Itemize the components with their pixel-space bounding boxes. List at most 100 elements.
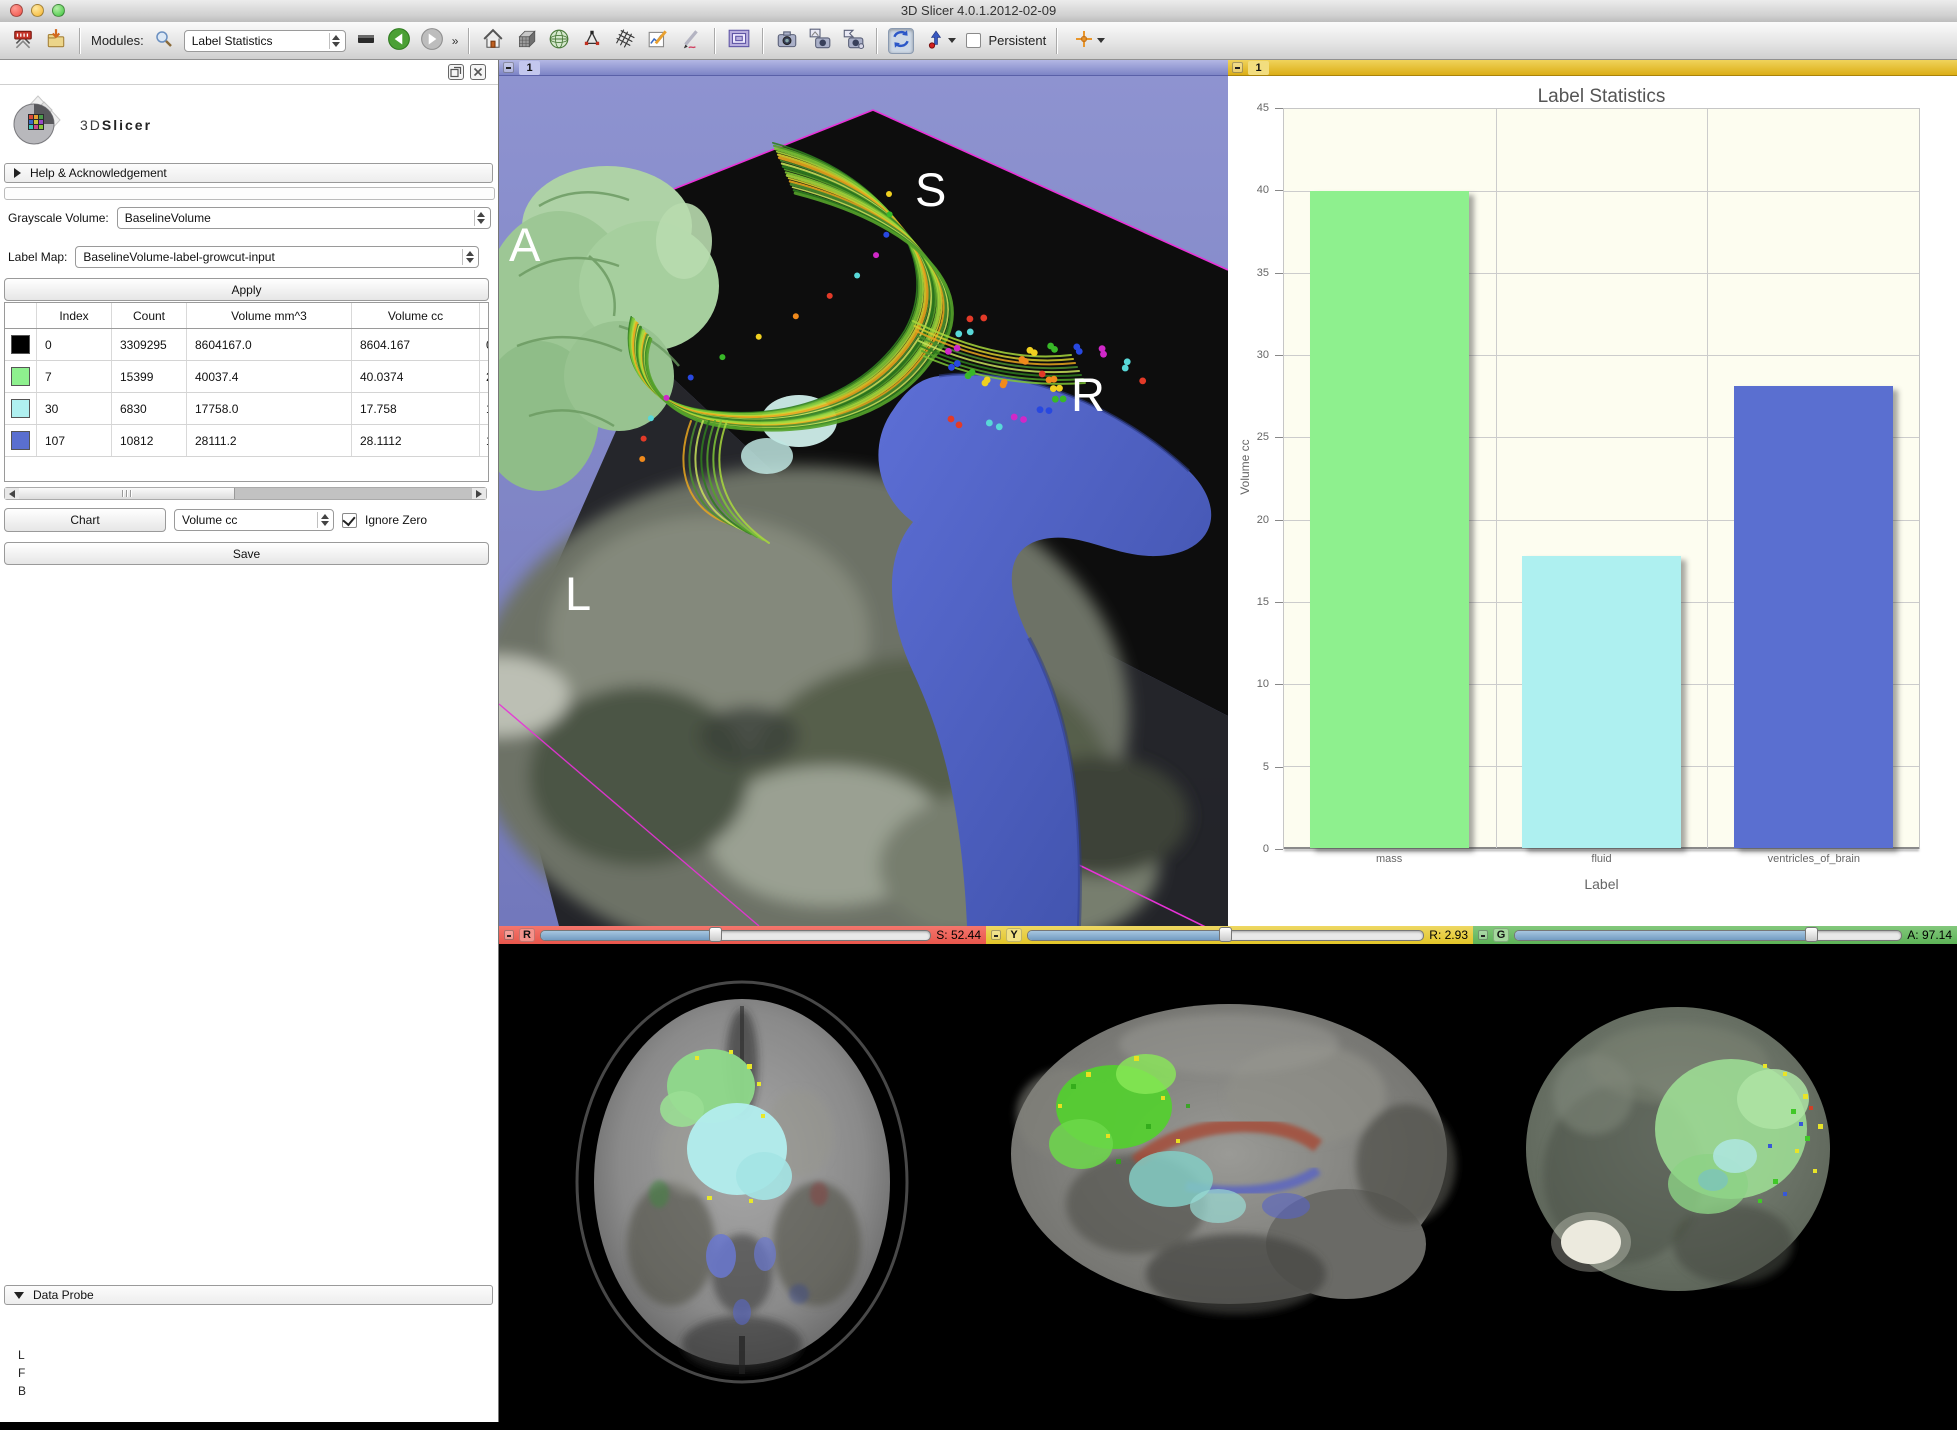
volume-mm3-column-header[interactable]: Volume mm^3 <box>187 303 352 328</box>
y-tick-mark <box>1275 190 1283 191</box>
cell-volume-cc: 17.758 <box>352 393 480 424</box>
y-tick-label: 20 <box>1257 514 1269 526</box>
module-back-button[interactable] <box>386 28 412 54</box>
grayscale-volume-selector[interactable]: BaselineVolume <box>117 207 491 229</box>
toolbar-overflow-chevron[interactable]: » <box>452 34 459 48</box>
red-slice-slider[interactable] <box>540 930 931 941</box>
label-statistics-table[interactable]: Index Count Volume mm^3 Volume cc 033092… <box>4 302 489 482</box>
modules-sphere-icon <box>548 28 570 53</box>
close-panel-button[interactable] <box>470 64 486 80</box>
module-hierarchy-button[interactable] <box>579 28 605 54</box>
coronal-slice-viewport[interactable] <box>1473 944 1957 1430</box>
minimize-view-button[interactable] <box>1478 930 1488 940</box>
yellow-slice-panel: Y R: 2.93 <box>986 926 1473 1430</box>
transforms-button[interactable] <box>612 28 638 54</box>
extension-manager-button[interactable] <box>546 28 572 54</box>
place-fiducial-button[interactable] <box>921 28 959 54</box>
help-acknowledgement-section[interactable]: Help & Acknowledgement <box>4 163 493 183</box>
scroll-right-button[interactable] <box>472 488 486 499</box>
extensions-button[interactable] <box>513 28 539 54</box>
orientation-letter-anterior: A <box>509 218 541 271</box>
data-probe-section[interactable]: Data Probe <box>4 1285 493 1305</box>
table-row[interactable]: 1071081228111.228.11121 <box>5 425 488 457</box>
chart-metric-selector[interactable]: Volume cc <box>174 509 334 531</box>
chart-metric-value: Volume cc <box>182 513 237 527</box>
minimize-view-button[interactable] <box>503 62 514 73</box>
undock-panel-button[interactable] <box>448 64 464 80</box>
green-slice-label[interactable]: G <box>1493 928 1509 942</box>
module-forward-button[interactable] <box>419 28 445 54</box>
cell-volume-mm3: 17758.0 <box>187 393 352 424</box>
modules-selector[interactable]: Label Statistics <box>184 30 346 52</box>
cell-volume-mm3: 8604167.0 <box>187 329 352 360</box>
apply-button[interactable]: Apply <box>4 278 489 301</box>
red-slice-label[interactable]: R <box>519 928 535 942</box>
cell-volume-cc: 40.0374 <box>352 361 480 392</box>
minimize-view-button[interactable] <box>504 930 514 940</box>
home-module-button[interactable] <box>480 28 506 54</box>
screenshot-button[interactable] <box>774 28 800 54</box>
rotate-view-icon <box>890 28 912 53</box>
table-row[interactable]: 30683017758.017.7581 <box>5 393 488 425</box>
scrollbar-thumb[interactable] <box>19 488 235 499</box>
count-column-header[interactable]: Count <box>112 303 187 328</box>
green-slice-slider[interactable] <box>1514 930 1902 941</box>
save-scene-icon <box>45 28 67 53</box>
place-fiducial-icon <box>925 29 945 52</box>
y-tick-label: 5 <box>1263 761 1269 773</box>
layout-selector-button[interactable] <box>726 28 752 54</box>
label-map-selector[interactable]: BaselineVolume-label-growcut-input <box>75 246 479 268</box>
chart-edit-button[interactable] <box>645 28 671 54</box>
window-title: 3D Slicer 4.0.1.2012-02-09 <box>0 3 1957 18</box>
selector-stepper <box>462 249 476 265</box>
slider-fill <box>541 931 716 940</box>
cell-index: 7 <box>37 361 112 392</box>
label-map-value: BaselineVolume-label-growcut-input <box>83 250 274 264</box>
scene-capture-button[interactable] <box>840 28 866 54</box>
y-tick-mark <box>1275 108 1283 109</box>
cell-volume-cc: 8604.167 <box>352 329 480 360</box>
save-button[interactable]: Save <box>4 542 489 565</box>
crosshair-button[interactable] <box>1068 28 1110 54</box>
3d-rendering-viewport[interactable]: A S R L <box>499 76 1228 926</box>
cell-clipped: 2 <box>480 361 488 392</box>
orientation-letter-superior: S <box>915 163 946 216</box>
y-tick-mark <box>1275 520 1283 521</box>
slider-handle[interactable] <box>1805 927 1818 942</box>
axial-slice-viewport[interactable] <box>499 944 986 1430</box>
chart-view-tab[interactable]: 1 <box>1248 61 1269 75</box>
3d-view-tab[interactable]: 1 <box>519 61 540 75</box>
ignore-zero-checkbox[interactable] <box>342 513 357 528</box>
scroll-left-button[interactable] <box>5 488 19 499</box>
annotation-pen-button[interactable] <box>678 28 704 54</box>
scene-view-button[interactable] <box>807 28 833 54</box>
index-column-header[interactable]: Index <box>37 303 112 328</box>
minimize-view-button[interactable] <box>1232 62 1243 73</box>
rotate-view-button[interactable] <box>888 28 914 54</box>
y-tick-mark <box>1275 355 1283 356</box>
module-search-button[interactable] <box>151 28 177 54</box>
chart-button[interactable]: Chart <box>4 508 166 532</box>
expanded-arrow-icon <box>14 1292 24 1299</box>
minimize-view-button[interactable] <box>991 930 1001 940</box>
chart-plot[interactable] <box>1283 108 1920 849</box>
yellow-slice-slider[interactable] <box>1027 930 1424 941</box>
slider-handle[interactable] <box>709 927 722 942</box>
slicer-window: 3D Slicer 4.0.1.2012-02-09 Modules: Labe… <box>0 0 1957 1430</box>
table-row[interactable]: 71539940037.440.03742 <box>5 361 488 393</box>
chart-bar <box>1522 556 1681 848</box>
table-header-row: Index Count Volume mm^3 Volume cc <box>5 303 488 329</box>
slider-handle[interactable] <box>1219 927 1232 942</box>
table-row[interactable]: 033092958604167.08604.1670 <box>5 329 488 361</box>
table-horizontal-scrollbar[interactable] <box>4 487 487 500</box>
module-history-button[interactable] <box>353 28 379 54</box>
persistent-checkbox[interactable] <box>966 33 981 48</box>
scene-capture-icon <box>841 27 865 54</box>
load-scene-button[interactable] <box>10 28 36 54</box>
volume-cc-column-header[interactable]: Volume cc <box>352 303 480 328</box>
yellow-slice-label[interactable]: Y <box>1006 928 1022 942</box>
save-scene-button[interactable] <box>43 28 69 54</box>
chart-bar <box>1734 386 1893 848</box>
sagittal-slice-viewport[interactable] <box>986 944 1473 1430</box>
y-tick-mark <box>1275 849 1283 850</box>
